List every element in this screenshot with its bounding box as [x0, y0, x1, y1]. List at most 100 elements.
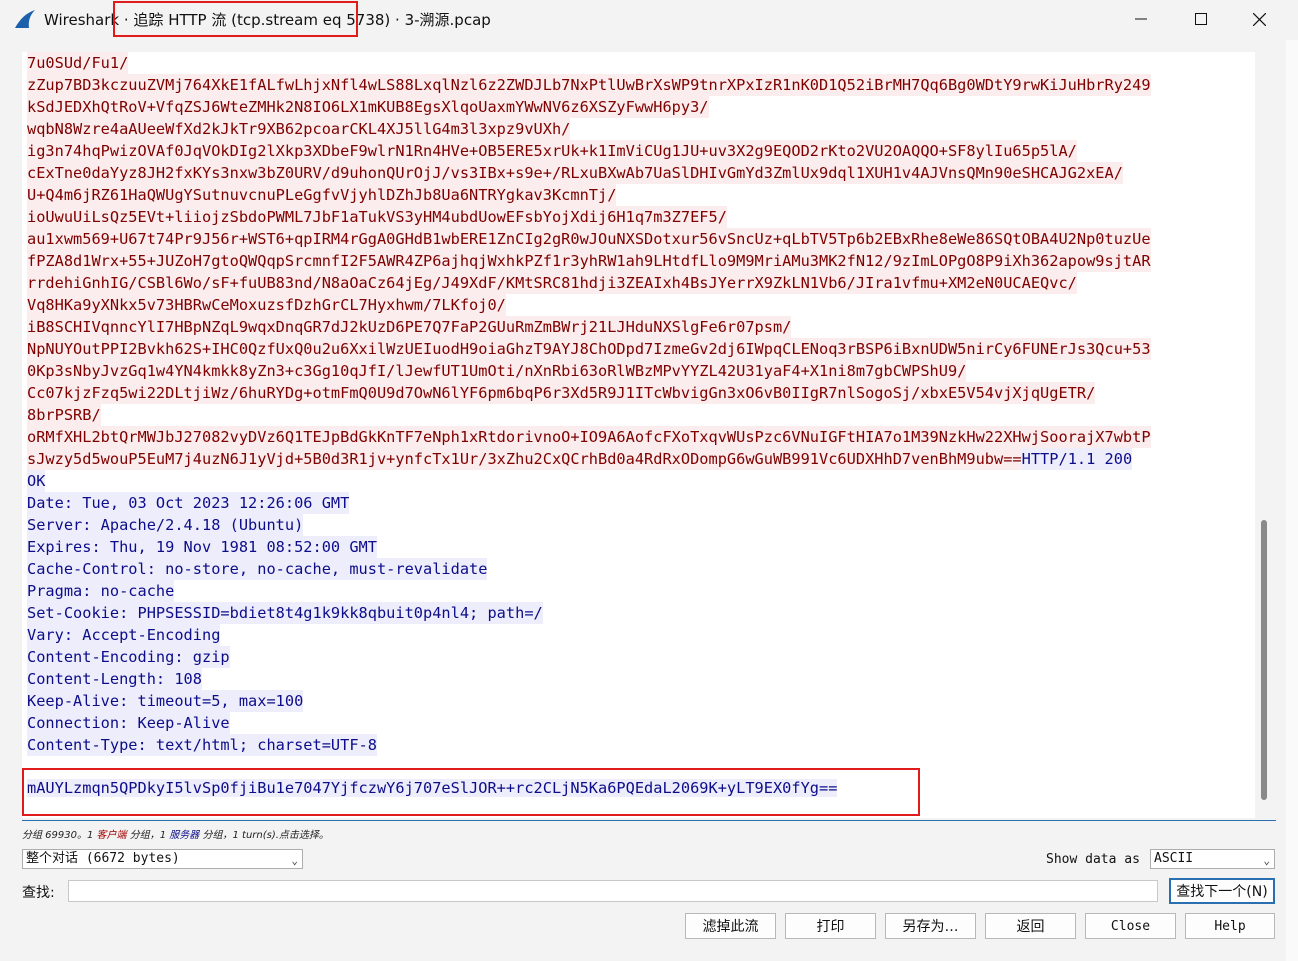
- background-window-right-edge: [1286, 40, 1298, 961]
- server-text: HTTP/1.1 200: [1021, 448, 1133, 470]
- client-stream-line: 8brPSRB/: [27, 404, 1151, 426]
- server-text: Keep-Alive: timeout=5, max=100: [27, 690, 304, 712]
- close-button[interactable]: Close: [1085, 913, 1176, 939]
- server-text: OK: [27, 470, 46, 492]
- client-text: zZup7BD3kczuuZVMj764XkE1fALfwLhjxNfl4wLS…: [27, 74, 1151, 96]
- content-separator: [22, 820, 1276, 821]
- stream-text[interactable]: 7u0SUd/Fu1/zZup7BD3kczuuZVMj764XkE1fALfw…: [27, 52, 1151, 756]
- client-text: sJwzy5d5wouP5EuM7j4uzN6J1yVjd+5B0d3R1jv+…: [27, 448, 1022, 470]
- status-middle: 分组，1: [129, 830, 167, 841]
- client-stream-line: fPZA8d1Wrx+55+JUZoH7gtoQWQqpSrcmnfI2F5AW…: [27, 250, 1151, 272]
- client-stream-line: 0Kp3sNbyJvzGq1w4YN4kmkk8yZn3+c3Gg10qJfI/…: [27, 360, 1151, 382]
- server-stream-line: Keep-Alive: timeout=5, max=100: [27, 690, 1151, 712]
- server-stream-line: Date: Tue, 03 Oct 2023 12:26:06 GMT: [27, 492, 1151, 514]
- chevron-down-icon: ⌄: [291, 854, 298, 867]
- server-stream-line: Content-Length: 108: [27, 668, 1151, 690]
- client-stream-line: Vq8HKa9yXNkx5v73HBRwCeMoxuzsfDzhGrCL7Hyx…: [27, 294, 1151, 316]
- client-stream-line: kSdJEDXhQtRoV+VfqZSJ6WteZMHk2N8IO6LX1mKU…: [27, 96, 1151, 118]
- server-text: Server: Apache/2.4.18 (Ubuntu): [27, 514, 304, 536]
- client-stream-line: Cc07kjzFzq5wi22DLtjiWz/6huRYDg+otmFmQ0U9…: [27, 382, 1151, 404]
- save-as-button[interactable]: 另存为…: [885, 913, 976, 939]
- wireshark-fin-icon: [15, 10, 35, 28]
- server-text: Expires: Thu, 19 Nov 1981 08:52:00 GMT: [27, 536, 377, 558]
- status-client-word: 客户端: [96, 830, 127, 841]
- title-annotation-box: [113, 1, 358, 37]
- client-text: Cc07kjzFzq5wi22DLtjiWz/6huRYDg+otmFmQ0U9…: [27, 382, 1096, 404]
- filter-out-stream-button[interactable]: 滤掉此流: [685, 913, 776, 939]
- client-stream-line: 7u0SUd/Fu1/: [27, 52, 1151, 74]
- client-text: oRMfXHL2btQrMWJbJ27082vyDVz6Q1TEJpBdGkKn…: [27, 426, 1151, 448]
- conversation-select-value: 整个对话 (6672 bytes): [26, 851, 180, 866]
- client-text: rrdehiGnhIG/CSBl6Wo/sF+fuUB83nd/N8aOaCz6…: [27, 272, 1077, 294]
- server-stream-line: Content-Encoding: gzip: [27, 646, 1151, 668]
- find-next-button[interactable]: 查找下一个(N): [1169, 878, 1275, 904]
- minimize-icon: [1135, 18, 1147, 20]
- print-button[interactable]: 打印: [785, 913, 876, 939]
- client-text: iB8SCHIVqnncYlI7HBpNZqL9wqxDnqGR7dJ2kUzD…: [27, 316, 792, 338]
- server-text: Date: Tue, 03 Oct 2023 12:26:06 GMT: [27, 492, 350, 514]
- client-stream-line: NpNUYOutPPI2Bvkh62S+IHC0QzfUxQ0u2u6XxilW…: [27, 338, 1151, 360]
- client-stream-line: oRMfXHL2btQrMWJbJ27082vyDVz6Q1TEJpBdGkKn…: [27, 426, 1151, 448]
- server-text: Content-Encoding: gzip: [27, 646, 230, 668]
- client-stream-line: au1xwm569+U67t74Pr9J56r+WST6+qpIRM4rGgA0…: [27, 228, 1151, 250]
- close-icon: [1252, 12, 1266, 26]
- background-window-left-edge: [0, 40, 20, 961]
- client-text: 8brPSRB/: [27, 404, 101, 426]
- client-text: NpNUYOutPPI2Bvkh62S+IHC0QzfUxQ0u2u6XxilW…: [27, 338, 1151, 360]
- stream-content-pane[interactable]: 7u0SUd/Fu1/zZup7BD3kczuuZVMj764XkE1fALfw…: [22, 52, 1255, 818]
- server-stream-line: Vary: Accept-Encoding: [27, 624, 1151, 646]
- client-stream-line: ioUwuUiLsQz5EVt+liiojzSbdoPWML7JbF1aTukV…: [27, 206, 1151, 228]
- title-bar[interactable]: Wireshark · 追踪 HTTP 流 (tcp.stream eq 573…: [0, 0, 1298, 38]
- server-stream-line: OK: [27, 470, 1151, 492]
- status-suffix: 分组，1 turn(s).点击选择。: [202, 830, 329, 841]
- client-text: U+Q4m6jRZ61HaQWUgYSutnuvcnuPLeGgfvVjyhlD…: [27, 184, 617, 206]
- client-text: fPZA8d1Wrx+55+JUZoH7gtoQWQqpSrcmnfI2F5AW…: [27, 250, 1151, 272]
- server-text: Set-Cookie: PHPSESSID=bdiet8t4g1k9kk8qbu…: [27, 602, 543, 624]
- close-window-button[interactable]: [1230, 0, 1288, 38]
- server-stream-line: Pragma: no-cache: [27, 580, 1151, 602]
- vertical-scrollbar-thumb[interactable]: [1261, 520, 1267, 800]
- server-stream-line: Expires: Thu, 19 Nov 1981 08:52:00 GMT: [27, 536, 1151, 558]
- show-data-as-value: ASCII: [1154, 851, 1194, 866]
- server-stream-line: Cache-Control: no-store, no-cache, must-…: [27, 558, 1151, 580]
- help-button[interactable]: Help: [1185, 913, 1275, 939]
- client-stream-line: iB8SCHIVqnncYlI7HBpNZqL9wqxDnqGR7dJ2kUzD…: [27, 316, 1151, 338]
- maximize-button[interactable]: [1172, 0, 1230, 38]
- server-text: Cache-Control: no-store, no-cache, must-…: [27, 558, 488, 580]
- server-text: Content-Length: 108: [27, 668, 202, 690]
- stream-status-text: 分组 69930。1 客户端 分组，1 服务器 分组，1 turn(s).点击选…: [22, 826, 329, 841]
- client-stream-line: rrdehiGnhIG/CSBl6Wo/sF+fuUB83nd/N8aOaCz6…: [27, 272, 1151, 294]
- client-stream-line: ig3n74hqPwizOVAf0JqVOkDIg2lXkp3XDbeF9wlr…: [27, 140, 1151, 162]
- client-stream-line: sJwzy5d5wouP5EuM7j4uzN6J1yVjd+5B0d3R1jv+…: [27, 448, 1151, 470]
- find-label: 查找:: [22, 885, 55, 901]
- server-text: Pragma: no-cache: [27, 580, 175, 602]
- minimize-button[interactable]: [1112, 0, 1170, 38]
- client-text: 7u0SUd/Fu1/: [27, 52, 129, 74]
- conversation-select[interactable]: 整个对话 (6672 bytes) ⌄: [22, 849, 303, 869]
- find-input[interactable]: [68, 880, 1158, 902]
- back-button[interactable]: 返回: [985, 913, 1076, 939]
- chevron-down-icon: ⌄: [1263, 854, 1270, 867]
- status-prefix: 分组 69930。1: [22, 830, 94, 841]
- client-stream-line: cExTne0daYyz8JH2fxKYs3nxw3bZ0URV/d9uhonQ…: [27, 162, 1151, 184]
- show-data-as-label: Show data as: [1046, 852, 1140, 867]
- client-text: wqbN8Wzre4aAUeeWfXd2kJkTr9XB62pcoarCKL4X…: [27, 118, 571, 140]
- status-server-word: 服务器: [169, 830, 200, 841]
- server-text: Vary: Accept-Encoding: [27, 624, 221, 646]
- client-stream-line: wqbN8Wzre4aAUeeWfXd2kJkTr9XB62pcoarCKL4X…: [27, 118, 1151, 140]
- client-stream-line: U+Q4m6jRZ61HaQWUgYSutnuvcnuPLeGgfvVjyhlD…: [27, 184, 1151, 206]
- title-file: 3-溯源.pcap: [404, 11, 491, 29]
- app-name: Wireshark: [44, 11, 120, 29]
- server-stream-line: Connection: Keep-Alive: [27, 712, 1151, 734]
- server-text: Connection: Keep-Alive: [27, 712, 230, 734]
- response-body-line[interactable]: mAUYLzmqn5QPDkyI5lvSp0fjiBu1e7047YjfczwY…: [27, 779, 838, 797]
- maximize-icon: [1195, 13, 1207, 25]
- client-text: au1xwm569+U67t74Pr9J56r+WST6+qpIRM4rGgA0…: [27, 228, 1151, 250]
- show-data-as-select[interactable]: ASCII ⌄: [1150, 849, 1275, 869]
- client-stream-line: zZup7BD3kczuuZVMj764XkE1fALfwLhjxNfl4wLS…: [27, 74, 1151, 96]
- client-text: cExTne0daYyz8JH2fxKYs3nxw3bZ0URV/d9uhonQ…: [27, 162, 1123, 184]
- client-text: ioUwuUiLsQz5EVt+liiojzSbdoPWML7JbF1aTukV…: [27, 206, 727, 228]
- server-stream-line: Content-Type: text/html; charset=UTF-8: [27, 734, 1151, 756]
- client-text: 0Kp3sNbyJvzGq1w4YN4kmkk8yZn3+c3Gg10qJfI/…: [27, 360, 967, 382]
- client-text: Vq8HKa9yXNkx5v73HBRwCeMoxuzsfDzhGrCL7Hyx…: [27, 294, 506, 316]
